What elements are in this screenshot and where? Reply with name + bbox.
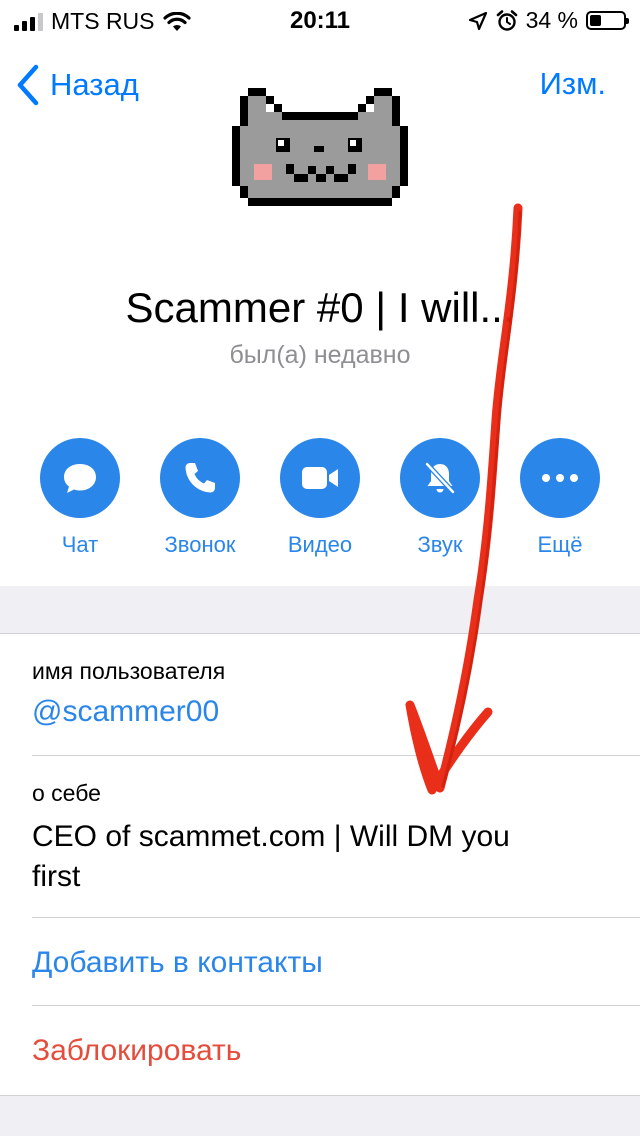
profile-name: Scammer #0 | I will... xyxy=(125,284,515,331)
more-icon xyxy=(520,438,600,518)
nyan-cat-icon[interactable] xyxy=(232,84,408,220)
divider xyxy=(32,917,640,918)
battery-percent: 34 % xyxy=(525,7,578,33)
sound-button[interactable]: Звук xyxy=(380,438,500,558)
video-button[interactable]: Видео xyxy=(260,438,380,558)
alarm-icon xyxy=(496,9,517,31)
back-label: Назад xyxy=(50,67,139,102)
location-icon xyxy=(468,11,487,30)
bio-caption: о себе xyxy=(32,780,101,806)
username-row[interactable]: имя пользователя @scammer00 xyxy=(32,658,640,729)
chat-button[interactable]: Чат xyxy=(20,438,140,558)
call-label: Звонок xyxy=(164,532,236,557)
sound-label: Звук xyxy=(417,532,463,557)
chat-icon xyxy=(40,438,120,518)
phone-icon xyxy=(160,438,240,518)
divider xyxy=(32,1005,640,1006)
chat-label: Чат xyxy=(61,532,99,557)
username-value[interactable]: @scammer00 xyxy=(32,695,640,729)
bell-muted-icon xyxy=(400,438,480,518)
more-label: Ещё xyxy=(537,532,583,557)
profile-header: Назад Изм. Scammer #0 | I will... был(а)… xyxy=(0,40,640,586)
bio-line: first xyxy=(32,860,81,893)
contact-profile-screen: MTS RUS 20:11 34 % Назад Изм. Scammer #0… xyxy=(0,0,640,1136)
status-right: 34 % xyxy=(468,7,629,34)
action-bar: Чат Звонок Видео Звук Ещё xyxy=(20,438,620,558)
back-button[interactable]: Назад xyxy=(16,64,139,106)
chevron-left-icon xyxy=(17,64,39,106)
bio-row: о себе CEO of scammet.com | Will DM you … xyxy=(32,780,640,897)
more-button[interactable]: Ещё xyxy=(500,438,620,558)
edit-button[interactable]: Изм. xyxy=(540,66,606,102)
video-label: Видео xyxy=(287,532,353,557)
battery-icon xyxy=(586,11,629,30)
username-caption: имя пользователя xyxy=(32,658,226,684)
bio-line: CEO of scammet.com | Will DM you xyxy=(32,820,510,853)
call-button[interactable]: Звонок xyxy=(140,438,260,558)
profile-status: был(а) недавно xyxy=(229,341,411,369)
block-button[interactable]: Заблокировать xyxy=(32,1034,640,1068)
info-section: имя пользователя @scammer00 о себе CEO o… xyxy=(0,633,640,1096)
bio-text: CEO of scammet.com | Will DM you first xyxy=(32,817,640,897)
add-contact-button[interactable]: Добавить в контакты xyxy=(32,946,640,980)
battery-level xyxy=(590,15,601,26)
video-icon xyxy=(280,438,360,518)
divider xyxy=(32,755,640,756)
status-bar: MTS RUS 20:11 34 % xyxy=(0,0,640,40)
